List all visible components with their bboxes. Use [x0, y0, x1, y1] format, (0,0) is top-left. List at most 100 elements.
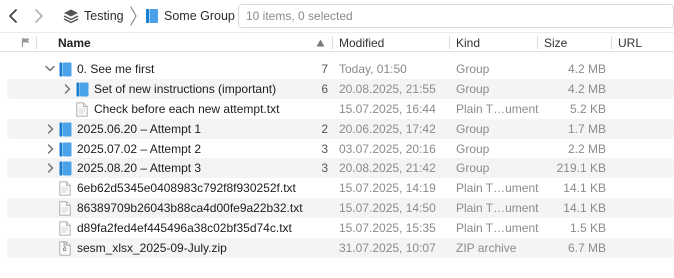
item-modified: 20.06.2025, 17:42	[339, 121, 436, 136]
item-list: 0. See me first 7 Today, 01:50 Group 4.2 MB S…	[0, 59, 674, 258]
list-item[interactable]: Set of new instructions (important) 6 20.0…	[0, 78, 674, 100]
item-name: 6eb62d5345e0408983c792f8f930252f.txt	[77, 181, 296, 196]
group-icon	[59, 62, 72, 80]
disclosure-expanded-toggle[interactable]	[45, 59, 55, 79]
breadcrumb-separator	[129, 6, 138, 29]
disclosure-collapsed-toggle[interactable]	[45, 119, 55, 139]
breadcrumb-current-label: Some Group	[164, 9, 235, 23]
disclosure-collapsed-toggle[interactable]	[62, 79, 72, 99]
item-kind: Plain T…ument	[456, 221, 539, 236]
column-divider	[611, 36, 612, 49]
item-size: 4.2 MB	[567, 61, 606, 76]
name-column-header[interactable]: Name	[58, 33, 91, 52]
item-kind: Plain T…ument	[456, 201, 539, 216]
item-kind: Group	[456, 61, 490, 76]
back-button[interactable]	[2, 5, 24, 27]
kind-column-header[interactable]: Kind	[456, 33, 480, 52]
document-icon	[59, 201, 71, 219]
zip-file-icon	[59, 241, 71, 259]
item-modified: Today, 01:50	[339, 61, 407, 76]
chevron-left-icon	[9, 9, 17, 23]
item-modified: 20.08.2025, 21:55	[339, 81, 436, 96]
item-kind: Group	[456, 161, 490, 176]
item-size: 1.5 KB	[569, 221, 606, 236]
item-size: 6.7 MB	[567, 240, 606, 255]
column-divider	[332, 36, 333, 49]
list-item[interactable]: d89fa2fed4ef445496a38c02bf35d74c.txt 15.0…	[0, 218, 674, 238]
column-header: Name Modified Kind Size URL	[0, 32, 674, 52]
breadcrumb-database[interactable]: Testing	[63, 7, 124, 25]
item-kind: Group	[456, 141, 490, 156]
forward-button[interactable]	[28, 5, 50, 27]
flag-column-header[interactable]	[21, 33, 31, 52]
chevron-right-icon	[47, 163, 53, 174]
item-name: 2025.06.20 – Attempt 1	[77, 121, 202, 136]
breadcrumb-current[interactable]: Some Group	[145, 7, 235, 25]
item-name: 2025.07.02 – Attempt 2	[77, 141, 202, 156]
item-kind: Plain T…ument	[456, 101, 539, 116]
item-modified: 15.07.2025, 16:44	[339, 101, 436, 116]
document-icon	[59, 181, 71, 199]
item-modified: 15.07.2025, 14:19	[339, 181, 436, 196]
list-item[interactable]: sesm_xlsx_2025-09-July.zip 31.07.2025, 10…	[0, 238, 674, 258]
size-column-header[interactable]: Size	[544, 33, 567, 52]
modified-column-header[interactable]: Modified	[339, 33, 384, 52]
list-item[interactable]: 2025.08.20 – Attempt 3 3 20.08.2025, 21:42…	[0, 158, 674, 179]
item-child-count: 6	[321, 81, 328, 96]
item-name: 0. See me first	[77, 61, 155, 76]
list-item[interactable]: 6eb62d5345e0408983c792f8f930252f.txt 15.0…	[0, 178, 674, 198]
item-name: 2025.08.20 – Attempt 3	[77, 161, 202, 176]
chevron-right-icon	[64, 84, 70, 94]
chevron-down-icon	[45, 66, 55, 72]
item-child-count	[314, 178, 328, 198]
group-icon	[59, 122, 72, 140]
list-item[interactable]: 86389709b26043b88ca4d00fe9a22b32.txt 15.0…	[0, 198, 674, 219]
database-stack-icon	[63, 9, 79, 24]
item-name: d89fa2fed4ef445496a38c02bf35d74c.txt	[77, 221, 292, 236]
item-child-count	[314, 198, 328, 218]
item-child-count	[314, 218, 328, 238]
item-child-count	[314, 99, 328, 119]
item-kind: Group	[456, 81, 490, 96]
list-item[interactable]: Check before each new attempt.txt 15.07.2…	[0, 99, 674, 119]
item-size: 219.1 KB	[556, 161, 606, 176]
disclosure-collapsed-toggle[interactable]	[45, 158, 55, 178]
chevron-right-icon	[35, 9, 43, 23]
item-modified: 15.07.2025, 14:50	[339, 201, 436, 216]
item-child-count: 3	[321, 141, 328, 156]
list-item[interactable]: 2025.07.02 – Attempt 2 3 03.07.2025, 20:16…	[0, 139, 674, 159]
disclosure-collapsed-toggle[interactable]	[45, 139, 55, 159]
document-icon	[59, 221, 71, 239]
item-kind: ZIP archive	[456, 240, 517, 255]
toolbar: Testing Some Group 10 items, 0 selected	[0, 0, 674, 32]
item-count-text: 10 items, 0 selected	[246, 9, 353, 23]
list-item[interactable]: 0. See me first 7 Today, 01:50 Group 4.2 MB	[0, 59, 674, 79]
item-modified: 20.08.2025, 21:42	[339, 161, 436, 176]
item-child-count	[314, 238, 328, 258]
column-divider	[449, 36, 450, 49]
url-column-header[interactable]: URL	[618, 33, 642, 52]
sort-ascending-indicator	[316, 33, 325, 52]
group-icon	[59, 161, 72, 179]
item-modified: 03.07.2025, 20:16	[339, 141, 436, 156]
item-modified: 31.07.2025, 10:07	[339, 240, 436, 255]
chevron-right-icon	[47, 143, 53, 154]
item-child-count: 7	[321, 61, 328, 76]
group-icon	[76, 82, 89, 100]
item-kind: Plain T…ument	[456, 181, 539, 196]
item-kind: Group	[456, 121, 490, 136]
item-size: 1.7 MB	[567, 121, 606, 136]
column-divider	[537, 36, 538, 49]
chevron-right-icon	[47, 123, 53, 134]
item-name: Set of new instructions (important)	[94, 81, 277, 96]
list-item[interactable]: 2025.06.20 – Attempt 1 2 20.06.2025, 17:42…	[0, 118, 674, 140]
item-modified: 15.07.2025, 15:35	[339, 221, 436, 236]
item-name: sesm_xlsx_2025-09-July.zip	[77, 240, 227, 255]
item-size: 2.2 MB	[567, 141, 606, 156]
item-count-field: 10 items, 0 selected	[238, 4, 674, 28]
item-name: 86389709b26043b88ca4d00fe9a22b32.txt	[77, 201, 303, 216]
item-size: 4.2 MB	[567, 81, 606, 96]
column-divider	[36, 36, 37, 49]
group-icon	[59, 142, 72, 160]
item-name: Check before each new attempt.txt	[94, 101, 280, 116]
